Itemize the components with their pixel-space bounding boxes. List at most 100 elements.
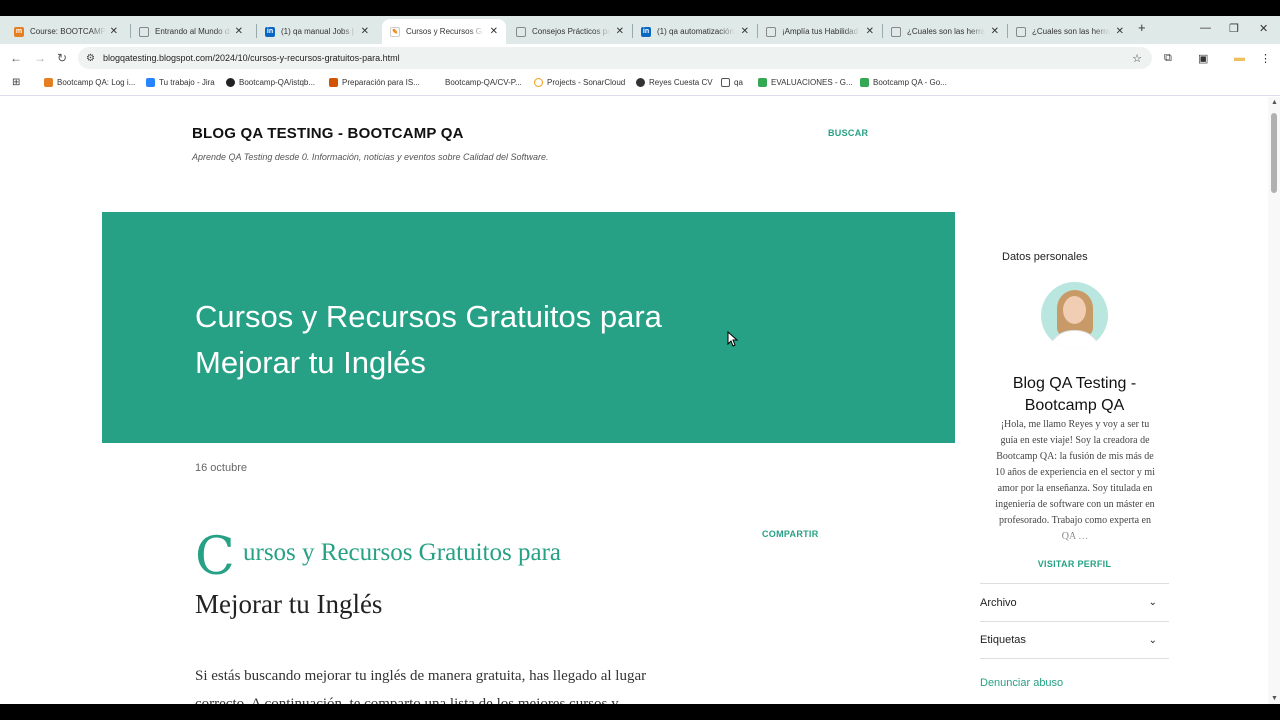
- heading-line1: ursos y Recursos Gratuitos para: [243, 539, 561, 566]
- bookmark-label: Bootcamp QA - Go...: [873, 78, 947, 87]
- close-icon[interactable]: ✕: [1112, 26, 1124, 37]
- close-icon[interactable]: ✕: [231, 26, 243, 37]
- tab-6[interactable]: ¡Amplía tus Habilidad ✕: [758, 19, 882, 44]
- bookmark-label: Bootcamp-QA/CV-P...: [445, 78, 522, 87]
- close-icon[interactable]: ✕: [862, 26, 874, 37]
- page-scrollbar[interactable]: ▲ ▼: [1268, 97, 1280, 704]
- post-date[interactable]: 16 octubre: [195, 462, 247, 474]
- scroll-down-icon[interactable]: ▼: [1271, 695, 1278, 702]
- tab-title: Entrando al Mundo de: [155, 27, 231, 36]
- back-icon[interactable]: ←: [10, 51, 22, 65]
- bookmark-6[interactable]: Reyes Cuesta CV: [636, 78, 713, 87]
- bookmark-label: qa: [734, 78, 743, 87]
- media-icon[interactable]: ▣: [1198, 52, 1208, 65]
- tab-title: ¡Amplía tus Habilidad: [782, 27, 859, 36]
- close-icon[interactable]: ✕: [106, 26, 118, 37]
- new-tab-icon[interactable]: +: [1138, 20, 1146, 35]
- post-body: Si estás buscando mejorar tu inglés de m…: [195, 668, 647, 704]
- drop-cap: C: [195, 527, 235, 587]
- moodle-icon: [44, 78, 53, 87]
- close-icon[interactable]: ✕: [486, 26, 498, 37]
- blog-description: Aprende QA Testing desde 0. Información,…: [192, 152, 549, 162]
- bookmark-8[interactable]: EVALUACIONES - G...: [758, 78, 853, 87]
- extensions-icon[interactable]: ⧉: [1164, 52, 1172, 65]
- site-info-icon[interactable]: ⚙: [86, 53, 95, 64]
- hero-title: Cursos y Recursos Gratuitos para Mejorar…: [195, 299, 662, 380]
- mouse-cursor-icon: [727, 331, 739, 347]
- restore-icon[interactable]: ❐: [1229, 22, 1239, 35]
- profile-name[interactable]: Blog QA Testing - Bootcamp QA: [980, 373, 1169, 417]
- labels-toggle[interactable]: Etiquetas ⌄: [980, 621, 1169, 659]
- tab-4[interactable]: Consejos Prácticos pa ✕: [508, 19, 632, 44]
- menu-icon[interactable]: ⋮: [1260, 52, 1271, 65]
- close-icon[interactable]: ✕: [737, 26, 749, 37]
- scrollbar-thumb[interactable]: [1271, 113, 1277, 193]
- bookmark-2[interactable]: Bootcamp-QA/istqb...: [226, 78, 315, 87]
- tab-title: ¿Cuales son las herra: [907, 27, 985, 36]
- bookmark-5[interactable]: Projects - SonarCloud: [534, 78, 625, 87]
- linkedin-icon: in: [641, 26, 651, 37]
- bookmark-3[interactable]: Preparación para IS...: [329, 78, 420, 87]
- report-abuse-link[interactable]: Denunciar abuso: [980, 677, 1063, 689]
- bookmark-4[interactable]: Bootcamp-QA/CV-P...: [432, 78, 522, 87]
- sonarcloud-icon: [534, 78, 543, 87]
- site-icon: [432, 78, 441, 87]
- tab-title: Cursos y Recursos Gra: [406, 27, 484, 36]
- avatar[interactable]: [1041, 282, 1108, 349]
- archive-toggle[interactable]: Archivo ⌄: [980, 583, 1169, 621]
- visit-profile-button[interactable]: VISITAR PERFIL: [980, 559, 1169, 569]
- bookmark-9[interactable]: Bootcamp QA - Go...: [860, 78, 947, 87]
- site-icon: [329, 78, 338, 87]
- drive-icon: [860, 78, 869, 87]
- close-icon[interactable]: ✕: [612, 26, 624, 37]
- labels-label: Etiquetas: [980, 634, 1026, 646]
- scroll-up-icon[interactable]: ▲: [1271, 99, 1278, 106]
- close-icon[interactable]: ✕: [987, 26, 999, 37]
- bookmark-star-icon[interactable]: ☆: [1132, 52, 1142, 65]
- apps-icon[interactable]: ⊞: [12, 77, 20, 88]
- bookmark-label: Bootcamp-QA/istqb...: [239, 78, 316, 87]
- bookmark-label: EVALUACIONES - G...: [771, 78, 853, 87]
- post-hero-banner: Cursos y Recursos Gratuitos para Mejorar…: [102, 212, 955, 443]
- page-icon: [766, 26, 776, 37]
- heading-line2: Mejorar tu Inglés: [195, 589, 383, 619]
- url-text: blogqatesting.blogspot.com/2024/10/curso…: [102, 53, 400, 63]
- tab-title: ¿Cuales son las herra: [1032, 27, 1110, 36]
- address-bar[interactable]: ⚙ blogqatesting.blogspot.com/2024/10/cur…: [78, 47, 1152, 69]
- blog-title[interactable]: BLOG QA TESTING - BOOTCAMP QA: [192, 125, 464, 142]
- folder-icon: [721, 78, 730, 87]
- tab-0[interactable]: m Course: BOOTCAMP Q ✕: [6, 19, 126, 44]
- forward-icon[interactable]: →: [34, 51, 46, 65]
- page-icon: [891, 26, 901, 37]
- drive-icon: [758, 78, 767, 87]
- tab-2[interactable]: in (1) qa manual Jobs | L ✕: [257, 19, 377, 44]
- tab-7[interactable]: ¿Cuales son las herra ✕: [883, 19, 1007, 44]
- tab-title: (1) qa automatización: [657, 27, 734, 36]
- section-label: Datos personales: [1002, 251, 1088, 263]
- share-button[interactable]: COMPARTIR: [762, 529, 819, 539]
- linkedin-icon: in: [265, 26, 275, 37]
- jira-icon: [146, 78, 155, 87]
- close-icon[interactable]: ✕: [357, 26, 369, 37]
- github-icon: [226, 78, 235, 87]
- minimize-icon[interactable]: —: [1200, 22, 1211, 34]
- tab-5[interactable]: in (1) qa automatización ✕: [633, 19, 757, 44]
- bookmark-7[interactable]: qa: [721, 78, 743, 87]
- bookmark-label: Preparación para IS...: [342, 78, 420, 87]
- bookmark-label: Reyes Cuesta CV: [649, 78, 713, 87]
- page-icon: [139, 26, 149, 37]
- bookmarks-bar: ⊞ Bootcamp QA: Log i... Tu trabajo - Jir…: [0, 72, 1280, 96]
- close-window-icon[interactable]: ✕: [1259, 22, 1268, 35]
- tab-3-active[interactable]: ✎ Cursos y Recursos Gra ✕: [382, 19, 506, 44]
- tab-8[interactable]: ¿Cuales son las herra ✕: [1008, 19, 1132, 44]
- reload-icon[interactable]: ↻: [57, 51, 67, 65]
- bookmark-label: Projects - SonarCloud: [547, 78, 626, 87]
- bookmark-1[interactable]: Tu trabajo - Jira: [146, 78, 215, 87]
- archive-label: Archivo: [980, 596, 1017, 609]
- tab-strip: m Course: BOOTCAMP Q ✕ Entrando al Mundo…: [0, 16, 1280, 44]
- profile-icon[interactable]: ▬: [1234, 52, 1245, 64]
- tab-1[interactable]: Entrando al Mundo de ✕: [131, 19, 251, 44]
- search-button[interactable]: BUSCAR: [828, 128, 868, 138]
- bookmark-0[interactable]: Bootcamp QA: Log i...: [44, 78, 135, 87]
- chevron-down-icon: ⌄: [1148, 634, 1157, 646]
